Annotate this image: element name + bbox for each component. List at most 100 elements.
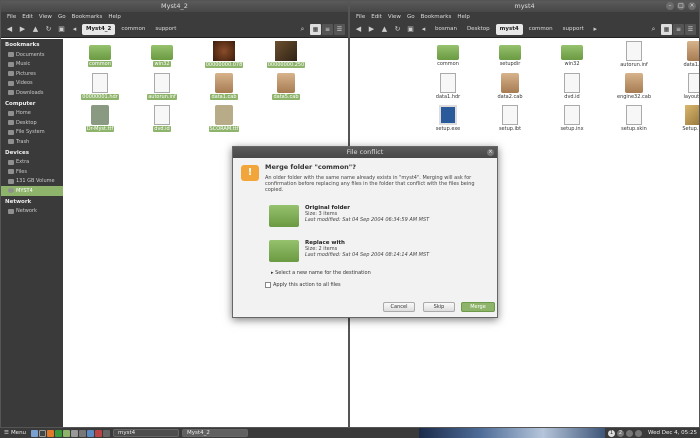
file-item[interactable]: data1.cab	[201, 73, 247, 100]
sidebar-item-downloads[interactable]: Downloads	[1, 88, 63, 98]
file-item[interactable]: data2.cab	[487, 73, 533, 100]
close-icon[interactable]: ×	[487, 149, 494, 156]
file-item[interactable]: Setup.bmp	[673, 105, 699, 132]
apply-all-checkbox[interactable]: Apply this action to all files	[265, 282, 341, 288]
close-icon[interactable]: ×	[688, 2, 696, 10]
crumb-myst4[interactable]: myst4	[495, 24, 523, 35]
sidebar-item-videos[interactable]: Videos	[1, 79, 63, 89]
up-icon[interactable]: ▲	[30, 24, 41, 35]
sidebar-item-file-system[interactable]: File System	[1, 128, 63, 138]
network-icon[interactable]	[626, 429, 634, 437]
terminal-icon[interactable]	[39, 429, 47, 437]
file-item[interactable]: data1.hdr	[425, 73, 471, 100]
file-item[interactable]: win32	[549, 41, 595, 67]
sidebar-item-home[interactable]: Home	[1, 109, 63, 119]
computer-icon[interactable]: ▣	[405, 24, 416, 35]
file-item[interactable]: common	[425, 41, 471, 67]
list-view-button[interactable]: ≡	[322, 24, 333, 35]
app-icon[interactable]	[103, 429, 111, 437]
files-icon[interactable]	[63, 429, 71, 437]
show-desktop-icon[interactable]	[31, 429, 39, 437]
left-menu-bookmarks[interactable]: Bookmarks	[72, 12, 103, 22]
compact-view-button[interactable]: ☰	[685, 24, 696, 35]
crumb-bosman[interactable]: bosman	[431, 24, 461, 35]
file-item[interactable]: SCORAM.ttf	[201, 105, 247, 132]
file-item[interactable]: 00000000.078	[201, 41, 247, 68]
new-name-expander[interactable]: ▸ Select a new name for the destination	[271, 270, 371, 276]
file-item[interactable]: setup.ibt	[487, 105, 533, 132]
workspace-1-icon[interactable]: 1	[608, 429, 616, 437]
task-myst4[interactable]: myst4	[113, 429, 180, 437]
compact-view-button[interactable]: ☰	[334, 24, 345, 35]
file-item[interactable]: data5.cab	[263, 73, 309, 100]
icon-view-button[interactable]: ▦	[661, 24, 672, 35]
skip-button[interactable]: Skip	[423, 302, 455, 312]
file-item[interactable]: setupdir	[487, 41, 533, 67]
left-titlebar[interactable]: Myst4_2	[1, 1, 348, 12]
file-item[interactable]: data1.cab	[673, 41, 699, 68]
right-titlebar[interactable]: myst4 – □ ×	[350, 1, 699, 12]
up-icon[interactable]: ▲	[379, 24, 390, 35]
sidebar-item-extra[interactable]: Extra	[1, 158, 63, 168]
file-item[interactable]: setup.exe	[425, 105, 471, 132]
browser-icon[interactable]	[47, 429, 55, 437]
search-icon[interactable]: ⌕	[648, 24, 659, 35]
file-item[interactable]: setup.inx	[549, 105, 595, 132]
dialog-titlebar[interactable]: File conflict ×	[233, 147, 497, 158]
crumb-desktop[interactable]: Desktop	[463, 24, 494, 35]
file-item[interactable]: dvd.id	[139, 105, 185, 132]
volume-icon[interactable]	[635, 429, 643, 437]
left-menu-file[interactable]: File	[7, 12, 16, 22]
file-item[interactable]: autorun.inf	[139, 73, 185, 100]
forward-icon[interactable]: ▶	[17, 24, 28, 35]
left-menu-help[interactable]: Help	[108, 12, 121, 22]
app-icon[interactable]	[71, 429, 79, 437]
left-menu-edit[interactable]: Edit	[22, 12, 33, 22]
sidebar-item-myst4[interactable]: MYST4	[1, 186, 63, 196]
cancel-button[interactable]: Cancel	[383, 302, 415, 312]
file-item[interactable]: 00000001.hdr	[77, 73, 123, 100]
minimize-icon[interactable]: –	[666, 2, 674, 10]
right-menu-bookmarks[interactable]: Bookmarks	[421, 12, 452, 22]
reload-icon[interactable]: ↻	[392, 24, 403, 35]
start-menu-button[interactable]: ☰ Menu	[0, 428, 30, 438]
file-item[interactable]: autorun.inf	[611, 41, 657, 68]
right-menu-go[interactable]: Go	[407, 12, 415, 22]
crumb-myst4-2[interactable]: Myst4_2	[82, 24, 116, 35]
sidebar-item-documents[interactable]: Documents	[1, 50, 63, 60]
crumb-support[interactable]: support	[559, 24, 588, 35]
file-item[interactable]: common	[77, 41, 123, 67]
left-arrow-icon[interactable]: ◂	[69, 24, 80, 35]
sidebar-item-desktop[interactable]: Desktop	[1, 118, 63, 128]
list-view-button[interactable]: ≡	[673, 24, 684, 35]
left-menu-go[interactable]: Go	[58, 12, 66, 22]
sidebar-item-pictures[interactable]: Pictures	[1, 69, 63, 79]
file-item[interactable]: setup.skin	[611, 105, 657, 132]
merge-button[interactable]: Merge	[461, 302, 495, 312]
sidebar-item-network[interactable]: Network	[1, 207, 63, 217]
task-myst4-2[interactable]: Myst4_2	[182, 429, 249, 437]
app-icon[interactable]	[95, 429, 103, 437]
checkbox-box[interactable]	[265, 282, 271, 288]
reload-icon[interactable]: ↻	[43, 24, 54, 35]
sidebar-item-music[interactable]: Music	[1, 60, 63, 70]
search-icon[interactable]: ⌕	[297, 24, 308, 35]
back-icon[interactable]: ◀	[353, 24, 364, 35]
file-item[interactable]: 00000000.250	[263, 41, 309, 68]
left-menu-view[interactable]: View	[39, 12, 52, 22]
icon-view-button[interactable]: ▦	[310, 24, 321, 35]
right-arrow-icon[interactable]: ▸	[590, 24, 601, 35]
crumb-support[interactable]: support	[151, 24, 180, 35]
workspace-2-icon[interactable]: 2	[617, 429, 625, 437]
crumb-common[interactable]: common	[117, 24, 149, 35]
file-item[interactable]: Dr-Myst.ttf	[77, 105, 123, 132]
app-icon[interactable]	[79, 429, 87, 437]
sidebar-item-volume[interactable]: 131 GB Volume	[1, 177, 63, 187]
computer-icon[interactable]: ▣	[56, 24, 67, 35]
forward-icon[interactable]: ▶	[366, 24, 377, 35]
file-item[interactable]: engine32.cab	[611, 73, 657, 100]
maximize-icon[interactable]: □	[677, 2, 685, 10]
left-arrow-icon[interactable]: ◂	[418, 24, 429, 35]
right-menu-help[interactable]: Help	[457, 12, 470, 22]
sidebar-item-trash[interactable]: Trash	[1, 137, 63, 147]
